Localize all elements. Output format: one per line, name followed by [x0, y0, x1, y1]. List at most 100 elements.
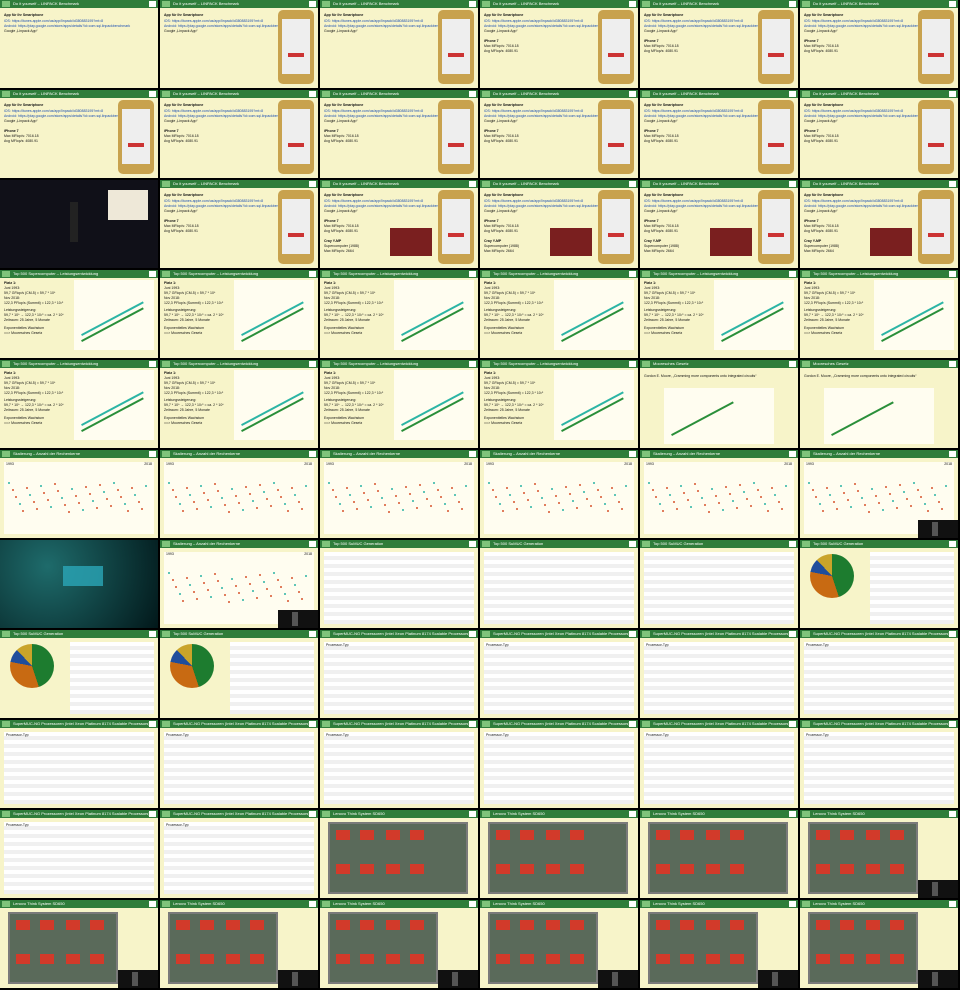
slide-thumbnail[interactable] — [0, 540, 158, 628]
slide-thumbnail[interactable]: Skalierung – Anzahl der Rechenkerne 1993 2… — [800, 450, 958, 538]
mflops-max: Max MFlop/s: 7016.18 — [4, 134, 39, 138]
slide-thumbnail[interactable]: Skalierung – Anzahl der Rechenkerne 1993 2… — [640, 450, 798, 538]
mflops-avg: Avg MFlop/s: 4080.91 — [324, 229, 358, 233]
slide-thumbnail[interactable]: Do it yourself – LINPACK Benchmark App f… — [800, 90, 958, 178]
mflops-max: Max MFlop/s: 7016.18 — [804, 44, 839, 48]
phone-screenshot — [438, 10, 474, 84]
generation-table — [70, 642, 154, 714]
slide-thumbnail[interactable]: Top 500 Supercomputer – Leistungsentwick… — [320, 270, 478, 358]
slide-thumbnail[interactable]: Mooresches Gesetz Gordon E. Moore, „Cramm… — [640, 360, 798, 448]
slide-title: Do it yourself – LINPACK Benchmark — [333, 181, 399, 186]
slide-thumbnail[interactable]: Do it yourself – LINPACK Benchmark App f… — [160, 0, 318, 88]
slide-thumbnail[interactable]: SuperMUC-NG Prozessoren (Intel Xeon Plat… — [800, 630, 958, 718]
slide-thumbnail[interactable]: Top 500 SuMUC Generation — [320, 540, 478, 628]
slide-thumbnail[interactable]: SuperMUC-NG Prozessoren (Intel Xeon Plat… — [640, 720, 798, 808]
slide-title: Do it yourself – LINPACK Benchmark — [173, 181, 239, 186]
performance-chart — [74, 280, 154, 350]
processor-spec-table: Prozessor-Typ — [324, 732, 474, 804]
slide-thumbnail[interactable]: Lenovo Think System SD650 — [480, 810, 638, 898]
slide-thumbnail[interactable]: Do it yourself – LINPACK Benchmark App f… — [320, 90, 478, 178]
slide-thumbnail[interactable]: Top 500 Supercomputer – Leistungsentwick… — [480, 360, 638, 448]
slide-thumbnail[interactable]: Top 500 SuMUC Generation — [0, 630, 158, 718]
slide-thumbnail[interactable]: Top 500 Supercomputer – Leistungsentwick… — [640, 270, 798, 358]
slide-thumbnail[interactable]: Do it yourself – LINPACK Benchmark App f… — [320, 180, 478, 268]
generation-pie-chart — [10, 644, 54, 688]
scatter-point — [732, 500, 734, 502]
slide-thumbnail[interactable]: Do it yourself – LINPACK Benchmark App f… — [640, 0, 798, 88]
slide-thumbnail[interactable]: Do it yourself – LINPACK Benchmark App f… — [480, 90, 638, 178]
cooling-pipe — [890, 954, 904, 964]
slide-thumbnail[interactable]: Do it yourself – LINPACK Benchmark App f… — [160, 90, 318, 178]
slide-thumbnail[interactable]: SuperMUC-NG Prozessoren (Intel Xeon Plat… — [160, 720, 318, 808]
scatter-point — [763, 503, 766, 505]
slide-thumbnail[interactable]: Lenovo Think System SD650 — [320, 900, 478, 988]
scatter-point — [850, 506, 852, 508]
slide-text: 122,3 PFlop/s (Summit) = 122,3 * 10¹⁵ — [324, 301, 384, 305]
google-hint: Google „Linpack App“ — [4, 119, 38, 123]
slide-thumbnail[interactable]: Do it yourself – LINPACK Benchmark App f… — [800, 0, 958, 88]
scatter-point — [603, 503, 606, 505]
cooling-pipe — [680, 954, 694, 964]
slide-header: Do it yourself – LINPACK Benchmark — [160, 90, 318, 98]
slide-thumbnail[interactable]: Skalierung – Anzahl der Rechenkerne 1993 2… — [320, 450, 478, 538]
cooling-pipe — [496, 954, 510, 964]
slide-thumbnail[interactable]: Top 500 Supercomputer – Leistungsentwick… — [320, 360, 478, 448]
slide-thumbnail[interactable]: Lenovo Think System SD650 — [320, 810, 478, 898]
slide-thumbnail[interactable]: SuperMUC-NG Prozessoren (Intel Xeon Plat… — [0, 810, 158, 898]
slide-thumbnail[interactable]: Do it yourself – LINPACK Benchmark App f… — [0, 90, 158, 178]
lrz-badge — [469, 811, 476, 817]
cooling-pipe — [656, 954, 670, 964]
link-ios: iOS: https://itunes.apple.com/us/app/lin… — [164, 19, 264, 23]
cooling-pipe — [90, 920, 104, 930]
slide-thumbnail[interactable]: SuperMUC-NG Prozessoren (Intel Xeon Plat… — [480, 630, 638, 718]
speaker-inset — [758, 970, 798, 988]
slide-thumbnail[interactable] — [0, 180, 158, 268]
scatter-point — [175, 496, 177, 498]
slide-thumbnail[interactable]: Top 500 SuMUC Generation — [800, 540, 958, 628]
slide-thumbnail[interactable]: Top 500 Supercomputer – Leistungsentwick… — [480, 270, 638, 358]
slide-thumbnail[interactable]: Top 500 Supercomputer – Leistungsentwick… — [800, 270, 958, 358]
slide-thumbnail[interactable]: Lenovo Think System SD650 — [640, 810, 798, 898]
slide-header: SuperMUC-NG Prozessoren (Intel Xeon Plat… — [0, 720, 158, 728]
slide-thumbnail[interactable]: Skalierung – Anzahl der Rechenkerne 1993 2… — [0, 450, 158, 538]
slide-thumbnail[interactable]: Do it yourself – LINPACK Benchmark App f… — [640, 180, 798, 268]
slide-thumbnail[interactable]: Do it yourself – LINPACK Benchmark App f… — [480, 180, 638, 268]
slide-thumbnail[interactable]: Do it yourself – LINPACK Benchmark App f… — [160, 180, 318, 268]
slide-thumbnail[interactable]: SuperMUC-NG Prozessoren (Intel Xeon Plat… — [640, 630, 798, 718]
slide-thumbnail[interactable]: SuperMUC-NG Prozessoren (Intel Xeon Plat… — [0, 720, 158, 808]
slide-thumbnail[interactable]: SuperMUC-NG Prozessoren (Intel Xeon Plat… — [800, 720, 958, 808]
slide-subtitle: App für ihr Smartphone — [324, 193, 364, 197]
slide-thumbnail[interactable]: Top 500 Supercomputer – Leistungsentwick… — [0, 360, 158, 448]
scatter-point — [220, 497, 223, 499]
scatter-point — [540, 497, 543, 499]
slide-thumbnail[interactable]: Lenovo Think System SD650 — [800, 810, 958, 898]
slide-thumbnail[interactable]: Lenovo Think System SD650 — [800, 900, 958, 988]
slide-thumbnail[interactable]: Mooresches Gesetz Gordon E. Moore, „Cramm… — [800, 360, 958, 448]
slide-thumbnail[interactable]: Top 500 SuMUC Generation — [480, 540, 638, 628]
slide-thumbnail[interactable]: SuperMUC-NG Prozessoren (Intel Xeon Plat… — [480, 720, 638, 808]
slide-thumbnail[interactable]: Lenovo Think System SD650 — [640, 900, 798, 988]
slide-thumbnail[interactable]: Do it yourself – LINPACK Benchmark App f… — [480, 0, 638, 88]
slide-thumbnail[interactable]: Skalierung – Anzahl der Rechenkerne 1993 2… — [160, 540, 318, 628]
slide-thumbnail[interactable]: Do it yourself – LINPACK Benchmark App f… — [800, 180, 958, 268]
slide-thumbnail[interactable]: Lenovo Think System SD650 — [160, 900, 318, 988]
slide-thumbnail[interactable]: Lenovo Think System SD650 — [480, 900, 638, 988]
slide-thumbnail[interactable]: Skalierung – Anzahl der Rechenkerne 1993 2… — [160, 450, 318, 538]
slide-thumbnail[interactable]: Top 500 Supercomputer – Leistungsentwick… — [0, 270, 158, 358]
slide-thumbnail[interactable]: Do it yourself – LINPACK Benchmark App f… — [640, 90, 798, 178]
lrz-logo — [482, 811, 490, 817]
lrz-logo — [802, 541, 810, 547]
slide-thumbnail[interactable]: Do it yourself – LINPACK Benchmark App f… — [320, 0, 478, 88]
slide-thumbnail[interactable]: Skalierung – Anzahl der Rechenkerne 1993 2… — [480, 450, 638, 538]
lrz-badge — [789, 91, 796, 97]
slide-thumbnail[interactable]: SuperMUC-NG Prozessoren (Intel Xeon Plat… — [160, 810, 318, 898]
slide-thumbnail[interactable]: Do it yourself – LINPACK Benchmark App f… — [0, 0, 158, 88]
link-android: Android: https://play.google.com/store/a… — [484, 114, 611, 118]
slide-thumbnail[interactable]: Top 500 Supercomputer – Leistungsentwick… — [160, 360, 318, 448]
slide-thumbnail[interactable]: Top 500 SuMUC Generation — [640, 540, 798, 628]
slide-thumbnail[interactable]: Top 500 Supercomputer – Leistungsentwick… — [160, 270, 318, 358]
slide-thumbnail[interactable]: SuperMUC-NG Prozessoren (Intel Xeon Plat… — [320, 630, 478, 718]
slide-thumbnail[interactable]: SuperMUC-NG Prozessoren (Intel Xeon Plat… — [320, 720, 478, 808]
slide-thumbnail[interactable]: Top 500 SuMUC Generation — [160, 630, 318, 718]
slide-thumbnail[interactable]: Lenovo Think System SD650 — [0, 900, 158, 988]
